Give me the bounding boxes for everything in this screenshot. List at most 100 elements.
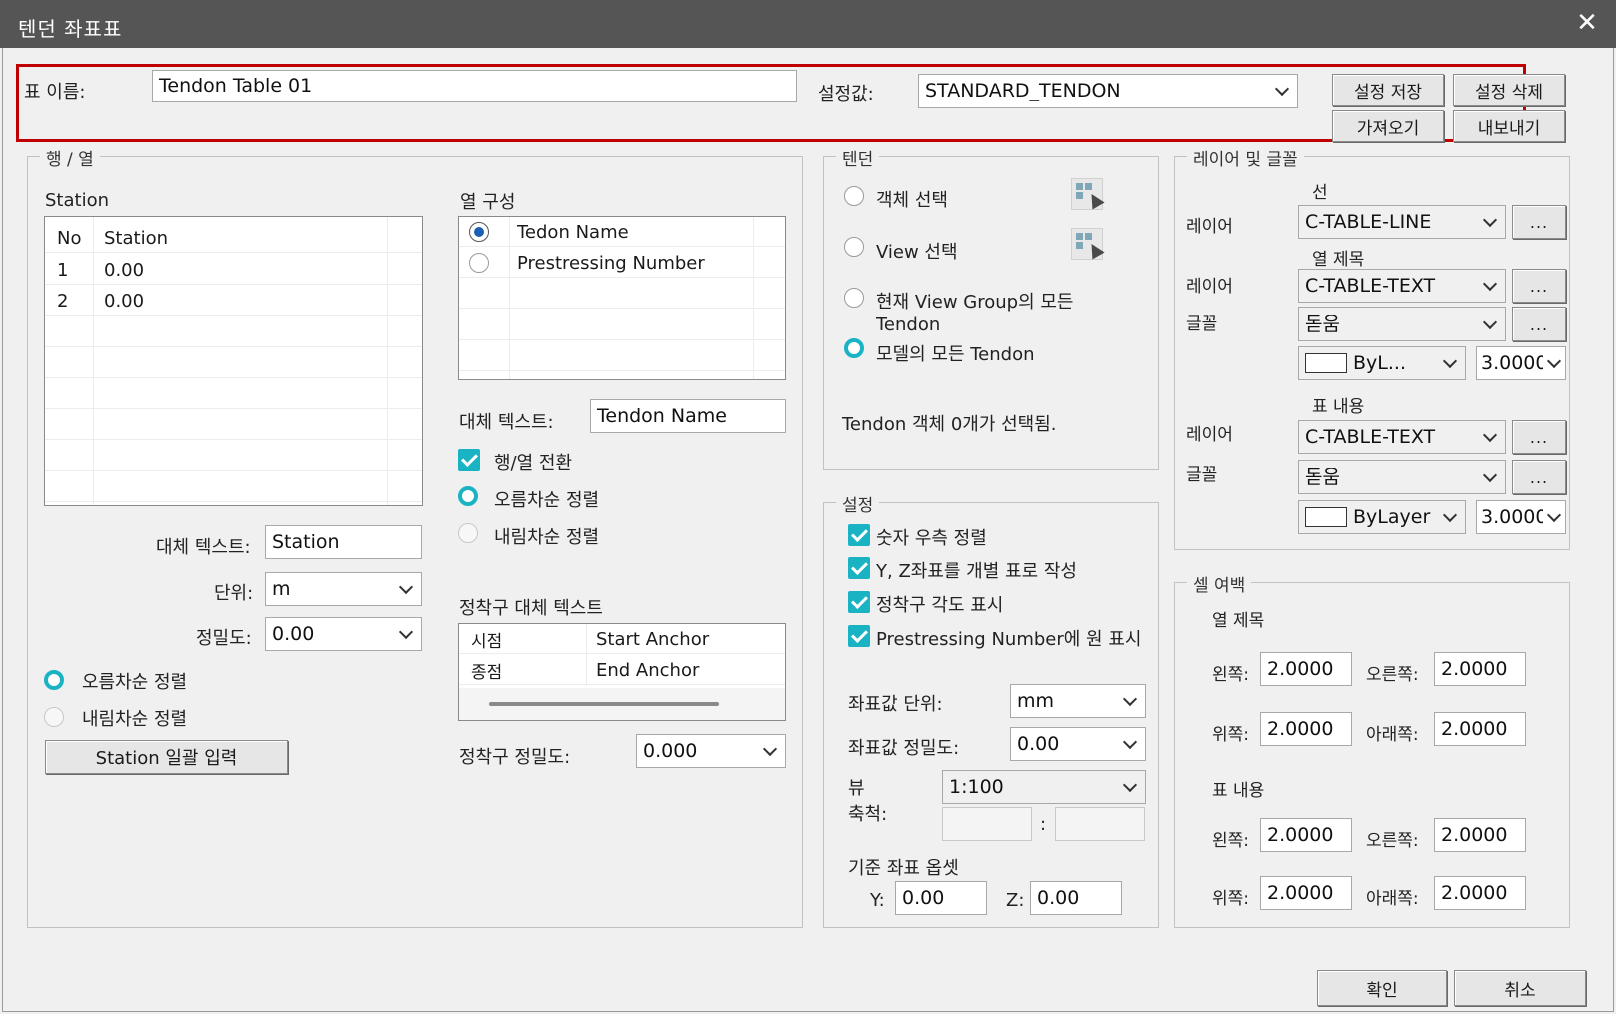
select-object-radio[interactable] (844, 186, 864, 206)
body-layer-select[interactable]: C-TABLE-TEXT (1298, 420, 1506, 454)
view-group-radio[interactable] (844, 288, 864, 308)
table-row[interactable]: 1 0.00 (45, 255, 422, 285)
scale-select[interactable]: 1:100 (942, 770, 1146, 804)
margin-header-bottom-input[interactable]: 2.0000 (1434, 712, 1526, 746)
station-sort-asc-radio[interactable] (44, 670, 64, 690)
close-icon[interactable]: ✕ (1572, 8, 1602, 38)
header-size-select[interactable]: 3.0000 (1476, 346, 1566, 380)
chevron-down-icon[interactable] (1543, 501, 1565, 533)
precision-select[interactable]: 0.00 (265, 617, 422, 651)
row-station: 0.00 (104, 290, 145, 312)
view-group-label-line1: 현재 View Group의 모든 (876, 292, 1074, 313)
body-font-label: 글꼴 (1186, 465, 1218, 485)
chevron-down-icon[interactable] (1543, 347, 1565, 379)
margin-body-bottom-input[interactable]: 2.0000 (1434, 876, 1526, 910)
delete-preset-button[interactable]: 설정 삭제 (1453, 74, 1565, 106)
margin-header-bottom-label: 아래쪽: (1366, 725, 1419, 745)
margin-body-top-input[interactable]: 2.0000 (1260, 876, 1352, 910)
anchor-alt-text-value[interactable]: Start Anchor (596, 624, 709, 654)
swap-row-column-checkbox[interactable] (458, 449, 480, 471)
column-config-list[interactable]: Tedon Name Prestressing Number (458, 216, 786, 380)
column-sort-desc-radio[interactable] (458, 523, 478, 543)
chevron-down-icon[interactable] (1115, 771, 1145, 803)
header-font-select[interactable]: 돋움 (1298, 307, 1506, 341)
column-sort-asc-radio[interactable] (458, 486, 478, 506)
chevron-down-icon[interactable] (1115, 728, 1145, 760)
anchor-position-label: 시점 (471, 631, 503, 652)
offset-y-input[interactable]: 0.00 (895, 881, 987, 915)
chevron-down-icon[interactable] (755, 735, 785, 767)
circle-number-checkbox[interactable] (848, 625, 870, 647)
tendon-group-title: 텐던 (836, 145, 880, 170)
margin-header-left-input[interactable]: 2.0000 (1260, 652, 1352, 686)
chevron-down-icon[interactable] (1475, 206, 1505, 238)
station-bulk-input-button[interactable]: Station 일괄 입력 (45, 740, 288, 774)
list-item[interactable]: Tedon Name (459, 217, 785, 247)
table-row[interactable]: 종점 End Anchor (459, 655, 785, 685)
chevron-down-icon[interactable] (1435, 501, 1465, 533)
margin-header-right-input[interactable]: 2.0000 (1434, 652, 1526, 686)
station-alt-text-input[interactable]: Station (265, 525, 422, 559)
body-font-select[interactable]: 돋움 (1298, 460, 1506, 494)
column-alt-text-input[interactable]: Tendon Name (590, 399, 786, 433)
header-font-browse-button[interactable]: ... (1512, 307, 1566, 341)
chevron-down-icon[interactable] (1435, 347, 1465, 379)
model-all-radio[interactable] (844, 338, 864, 358)
right-align-checkbox[interactable] (848, 524, 870, 546)
station-table[interactable]: No Station 1 0.00 2 0.00 (44, 216, 423, 506)
anchor-angle-checkbox[interactable] (848, 591, 870, 613)
margin-body-left-input[interactable]: 2.0000 (1260, 818, 1352, 852)
body-size-select[interactable]: 3.0000 (1476, 500, 1566, 534)
line-layer-select[interactable]: C-TABLE-LINE (1298, 205, 1506, 239)
chevron-down-icon[interactable] (1475, 421, 1505, 453)
line-layer-browse-button[interactable]: ... (1512, 205, 1566, 239)
row-column-group-title: 행 / 열 (40, 145, 100, 170)
list-item[interactable]: Prestressing Number (459, 248, 785, 278)
margin-body-right-input[interactable]: 2.0000 (1434, 818, 1526, 852)
swap-row-column-label: 행/열 전환 (494, 453, 573, 474)
table-row[interactable]: 2 0.00 (45, 286, 422, 316)
save-preset-button[interactable]: 설정 저장 (1332, 74, 1444, 106)
pick-view-icon[interactable] (1071, 228, 1105, 260)
coord-precision-select[interactable]: 0.00 (1010, 727, 1146, 761)
station-sort-desc-radio[interactable] (44, 707, 64, 727)
chevron-down-icon[interactable] (1267, 75, 1297, 107)
anchor-alt-text-value[interactable]: End Anchor (596, 655, 699, 685)
column-item-label: Prestressing Number (517, 252, 705, 274)
import-button[interactable]: 가져오기 (1332, 110, 1444, 142)
body-font-browse-button[interactable]: ... (1512, 460, 1566, 494)
ok-button[interactable]: 확인 (1317, 970, 1447, 1006)
coord-unit-select[interactable]: mm (1010, 684, 1146, 718)
anchor-alt-text-table[interactable]: 시점 Start Anchor 종점 End Anchor (458, 623, 786, 721)
chevron-down-icon[interactable] (1475, 461, 1505, 493)
anchor-precision-select[interactable]: 0.000 (636, 734, 786, 768)
body-font-value: 돋움 (1305, 467, 1340, 487)
column-tendon-name-radio[interactable] (469, 222, 489, 242)
separate-table-checkbox[interactable] (848, 557, 870, 579)
cancel-button[interactable]: 취소 (1454, 970, 1586, 1006)
column-config-label: 열 구성 (460, 192, 516, 213)
chevron-down-icon[interactable] (1475, 308, 1505, 340)
header-layer-select[interactable]: C-TABLE-TEXT (1298, 269, 1506, 303)
column-prestressing-radio[interactable] (469, 253, 489, 273)
chevron-down-icon[interactable] (1475, 270, 1505, 302)
chevron-down-icon[interactable] (391, 618, 421, 650)
preset-select[interactable]: STANDARD_TENDON (918, 74, 1298, 108)
table-name-input[interactable]: Tendon Table 01 (152, 70, 797, 102)
body-layer-browse-button[interactable]: ... (1512, 420, 1566, 454)
horizontal-scrollbar[interactable] (459, 688, 785, 720)
chevron-down-icon[interactable] (391, 573, 421, 605)
unit-select[interactable]: m (265, 572, 422, 606)
body-color-select[interactable]: ByLayer (1298, 500, 1466, 534)
header-color-select[interactable]: ByL... (1298, 346, 1466, 380)
table-row[interactable]: 시점 Start Anchor (459, 624, 785, 654)
margin-header-top-input[interactable]: 2.0000 (1260, 712, 1352, 746)
export-button[interactable]: 내보내기 (1453, 110, 1565, 142)
header-layer-browse-button[interactable]: ... (1512, 269, 1566, 303)
chevron-down-icon[interactable] (1115, 685, 1145, 717)
scale-numerator-input (942, 807, 1032, 841)
view-label: 뷰 (848, 778, 865, 799)
offset-z-input[interactable]: 0.00 (1030, 881, 1122, 915)
pick-object-icon[interactable] (1071, 178, 1105, 210)
select-view-radio[interactable] (844, 237, 864, 257)
